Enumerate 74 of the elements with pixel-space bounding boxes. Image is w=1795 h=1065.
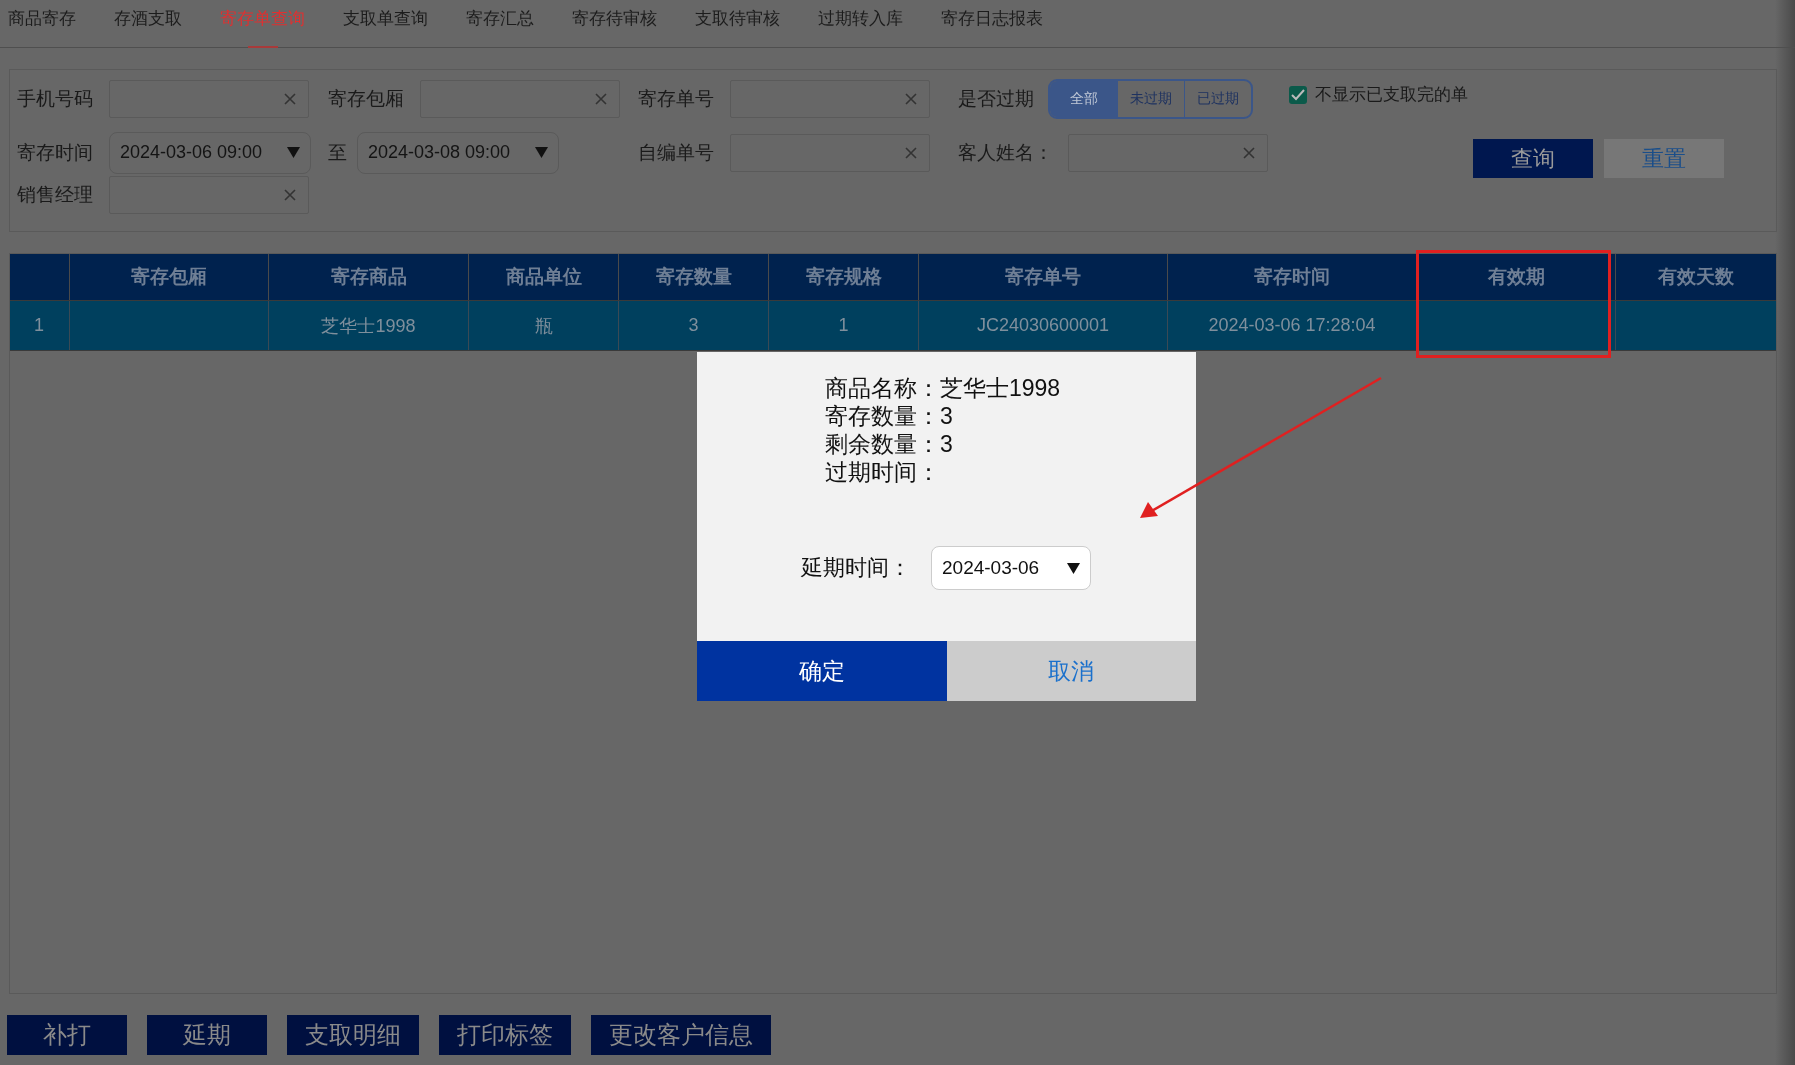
input-field[interactable] <box>730 80 930 118</box>
clear-icon[interactable] <box>284 189 296 201</box>
tab[interactable]: 寄存待审核 <box>564 0 665 48</box>
table-row[interactable]: 1 芝华士1998 瓶 3 1 JC24030600001 2024-03-06 17:28:04 <box>10 301 1776 351</box>
clear-icon[interactable] <box>905 93 917 105</box>
info-value: 3 <box>940 430 953 458</box>
column-header: 有效期 <box>1417 254 1616 300</box>
info-value: 芝华士1998 <box>940 374 1061 402</box>
tab[interactable]: 寄存汇总 <box>458 0 542 48</box>
column-header: 寄存时间 <box>1168 254 1417 300</box>
checkbox[interactable] <box>1289 85 1307 104</box>
tab[interactable]: 存酒支取 <box>106 0 190 48</box>
action-button[interactable]: 打印标签 <box>439 1015 571 1055</box>
cancel-button[interactable]: 取消 <box>946 641 1196 701</box>
caret-icon <box>287 147 300 158</box>
date-select[interactable]: 2024-03-06 <box>931 546 1091 590</box>
info-label: 商品名称： <box>825 374 940 402</box>
field-label: 延期时间： <box>801 554 912 582</box>
clear-icon[interactable] <box>1243 146 1255 159</box>
tab[interactable]: 支取单查询 <box>335 0 436 48</box>
field-label: 销售经理 <box>17 183 94 207</box>
segment-option[interactable]: 全部 <box>1050 81 1117 117</box>
action-button[interactable]: 补打 <box>7 1015 127 1055</box>
field-label: 寄存时间 <box>17 140 94 165</box>
caret-icon <box>535 147 548 158</box>
tab[interactable]: 过期转入库 <box>810 0 911 48</box>
info-label: 剩余数量： <box>825 430 940 458</box>
segment-option[interactable]: 未过期 <box>1117 81 1184 117</box>
field-label: 寄存单号 <box>638 87 715 111</box>
checkbox-label: 不显示已支取完的单 <box>1315 84 1468 106</box>
table-cell: 3 <box>619 301 769 350</box>
action-button[interactable]: 更改客户信息 <box>591 1015 771 1055</box>
clear-icon[interactable] <box>905 146 917 159</box>
date-select[interactable]: 2024-03-06 09:00 <box>109 131 311 174</box>
table-cell: 1 <box>769 301 919 350</box>
table-cell: 芝华士1998 <box>269 301 469 350</box>
caret-icon <box>1067 562 1080 574</box>
input-field[interactable] <box>109 176 309 214</box>
column-header: 寄存商品 <box>269 254 469 300</box>
table-cell: 瓶 <box>469 301 619 350</box>
column-header: 寄存数量 <box>619 254 769 300</box>
info-label: 过期时间： <box>825 458 940 486</box>
tab[interactable]: 支取待审核 <box>687 0 788 48</box>
field-label: 至 <box>328 140 348 165</box>
column-header: 有效天数 <box>1657 265 1735 289</box>
field-label: 是否过期 <box>958 87 1035 111</box>
confirm-button[interactable]: 确定 <box>697 641 947 701</box>
input-field[interactable] <box>109 80 309 118</box>
action-button[interactable]: 延期 <box>147 1015 267 1055</box>
field-label: 手机号码 <box>17 87 94 111</box>
table-cell: 1 <box>10 301 70 350</box>
clear-icon[interactable] <box>595 93 607 105</box>
field-label: 客人姓名： <box>958 140 1054 165</box>
column-header: 寄存规格 <box>769 254 919 300</box>
column-header: 寄存单号 <box>919 254 1168 300</box>
column-header: 寄存包厢 <box>70 254 269 300</box>
field-label: 寄存包厢 <box>328 87 405 111</box>
date-select[interactable]: 2024-03-08 09:00 <box>357 131 559 174</box>
info-label: 寄存数量： <box>825 402 940 430</box>
input-field[interactable] <box>420 80 620 118</box>
table-cell: 2024-03-06 17:28:04 <box>1168 301 1417 350</box>
tab[interactable]: 商品寄存 <box>0 0 84 48</box>
clear-icon[interactable] <box>284 93 296 105</box>
reset-button[interactable]: 重置 <box>1604 139 1724 178</box>
field-label: 自编单号 <box>638 140 715 165</box>
input-field[interactable] <box>730 133 930 172</box>
query-button[interactable]: 查询 <box>1473 139 1593 178</box>
input-field[interactable] <box>1068 133 1268 172</box>
column-header: 商品单位 <box>469 254 619 300</box>
tab[interactable]: 寄存日志报表 <box>933 0 1051 48</box>
action-button[interactable]: 支取明细 <box>287 1015 419 1055</box>
info-value: 3 <box>940 402 953 430</box>
table-cell: JC24030600001 <box>919 301 1168 350</box>
segment-option[interactable]: 已过期 <box>1184 81 1251 117</box>
